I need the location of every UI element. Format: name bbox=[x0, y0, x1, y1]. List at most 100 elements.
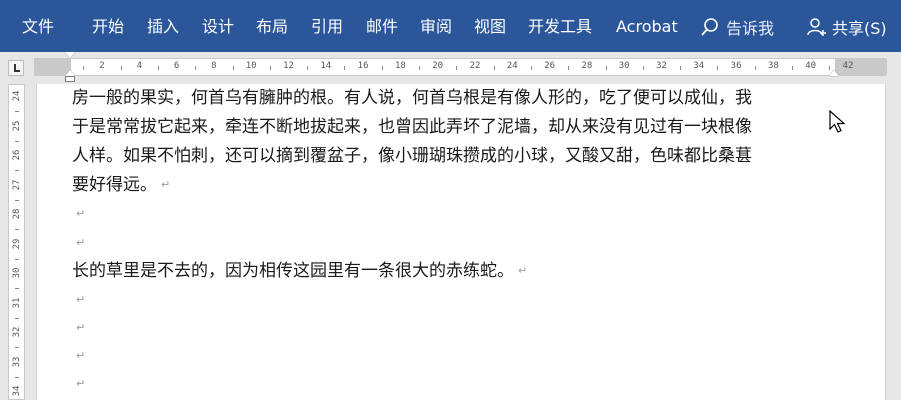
tell-me-label: 告诉我 bbox=[726, 19, 775, 38]
tab-file[interactable]: 文件 bbox=[22, 16, 54, 38]
ruler-number: 32 bbox=[656, 61, 667, 71]
ruler-number: 6 bbox=[173, 61, 180, 71]
doc-line[interactable]: 于是常常拔它起来，牵连不断地拔起来，也曾因此弄坏了泥墙，却从来没有见过有一块根像 bbox=[72, 115, 752, 139]
ruler-tick bbox=[419, 66, 421, 70]
ruler-tick bbox=[157, 66, 159, 70]
ruler-tick bbox=[717, 66, 719, 70]
ruler-tick bbox=[232, 66, 234, 70]
ruler-number: 22 bbox=[469, 61, 481, 71]
paragraph-mark: ↵ bbox=[76, 377, 86, 390]
doc-line[interactable]: ↵ bbox=[72, 372, 85, 396]
vertical-ruler-tick bbox=[15, 288, 19, 289]
tab-acrobat[interactable]: Acrobat bbox=[616, 16, 678, 38]
doc-line[interactable]: ↵ bbox=[72, 344, 85, 368]
ruler-tick bbox=[493, 66, 495, 70]
ruler-row: 2 4 6 8 10 12 14 16 18 20 22 24 26 28 30 32 34 36 38 40 42 bbox=[0, 52, 901, 84]
paragraph-mark: ↵ bbox=[76, 293, 86, 306]
tab-insert[interactable]: 插入 bbox=[147, 16, 179, 38]
doc-line[interactable]: 长的草里是不去的，因为相传这园里有一条很大的赤练蛇。 ↵ bbox=[72, 259, 527, 283]
paragraph-mark: ↵ bbox=[518, 264, 528, 277]
share-button[interactable]: 共享(S) bbox=[806, 14, 887, 40]
tab-home[interactable]: 开始 bbox=[92, 16, 124, 38]
vertical-ruler-number: 30 bbox=[12, 267, 22, 279]
doc-line[interactable]: ↵ bbox=[72, 202, 85, 226]
vertical-ruler-number: 31 bbox=[12, 297, 22, 308]
tab-review[interactable]: 审阅 bbox=[420, 16, 452, 38]
vertical-scrollbar[interactable] bbox=[886, 84, 901, 400]
ruler-tick bbox=[568, 66, 570, 70]
ruler-number: 24 bbox=[506, 61, 518, 71]
tab-layout[interactable]: 布局 bbox=[256, 16, 288, 38]
ruler-number: 38 bbox=[767, 61, 779, 71]
vertical-ruler-tick bbox=[15, 229, 19, 230]
doc-line[interactable]: 人样。如果不怕刺，还可以摘到覆盆子，像小珊瑚珠攒成的小球，又酸又甜，色味都比桑葚 bbox=[72, 144, 752, 168]
vertical-ruler-number: 32 bbox=[12, 326, 22, 338]
vertical-ruler-tick bbox=[15, 199, 19, 201]
paragraph-mark: ↵ bbox=[76, 207, 86, 220]
document-page[interactable]: 房一般的果实，何首乌有臃肿的根。有人说，何首乌根是有像人形的，吃了便可以成仙，我… bbox=[36, 84, 886, 400]
ruler-tick bbox=[530, 66, 532, 70]
doc-line[interactable]: ↵ bbox=[72, 316, 85, 340]
ruler-tick bbox=[344, 66, 346, 70]
doc-line[interactable]: 要好得远。 ↵ bbox=[72, 173, 170, 197]
ruler-number: 10 bbox=[245, 61, 257, 71]
ruler-number: 16 bbox=[357, 61, 369, 71]
vertical-ruler-tick bbox=[15, 347, 19, 348]
doc-line[interactable]: ↵ bbox=[72, 231, 85, 255]
ruler-tick bbox=[307, 66, 309, 70]
mouse-pointer-icon bbox=[829, 110, 846, 133]
person-add-icon bbox=[807, 18, 826, 36]
ruler-number: 8 bbox=[211, 61, 217, 71]
vertical-ruler-number: 24 bbox=[12, 90, 22, 102]
tab-references[interactable]: 引用 bbox=[311, 16, 343, 38]
ruler-tick bbox=[605, 66, 607, 70]
doc-line[interactable]: ↵ bbox=[72, 288, 85, 312]
ruler-tick bbox=[792, 66, 794, 70]
tab-view[interactable]: 视图 bbox=[474, 16, 506, 38]
vertical-ruler-tick bbox=[15, 140, 19, 142]
ruler-tick bbox=[456, 66, 458, 70]
ruler-number: 18 bbox=[394, 61, 406, 71]
vertical-ruler-number: 27 bbox=[12, 179, 22, 190]
right-indent-marker[interactable] bbox=[829, 70, 839, 76]
ruler-number: 14 bbox=[320, 61, 332, 71]
vertical-ruler-tick bbox=[15, 376, 19, 378]
ruler-number: 40 bbox=[805, 61, 817, 71]
paragraph-mark: ↵ bbox=[161, 178, 171, 191]
ruler-number: 20 bbox=[432, 61, 444, 71]
paragraph-mark: ↵ bbox=[76, 321, 86, 334]
ruler-number: 26 bbox=[544, 61, 556, 71]
ribbon-tab-bar: 文件 开始 插入 设计 布局 引用 邮件 审阅 视图 开发工具 Acrobat … bbox=[0, 0, 901, 52]
share-label: 共享(S) bbox=[832, 19, 887, 38]
ruler-tick bbox=[754, 66, 756, 70]
ruler-number: 12 bbox=[283, 61, 294, 71]
ruler-tick bbox=[269, 66, 271, 70]
horizontal-ruler[interactable]: 2 4 6 8 10 12 14 16 18 20 22 24 26 28 30 32 34 36 38 40 42 bbox=[34, 58, 887, 76]
ruler-number: 30 bbox=[618, 61, 630, 71]
tab-mailings[interactable]: 邮件 bbox=[366, 16, 398, 38]
tell-me-search[interactable]: 告诉我 bbox=[700, 14, 774, 40]
vertical-ruler-number: 25 bbox=[12, 120, 22, 131]
vertical-ruler-tick bbox=[15, 317, 19, 319]
ruler-number: 4 bbox=[136, 61, 143, 71]
paragraph-mark: ↵ bbox=[76, 349, 86, 362]
ruler-number: 36 bbox=[730, 61, 742, 71]
vertical-ruler[interactable]: 24 25 26 27 28 29 30 31 32 33 34 bbox=[8, 84, 25, 400]
doc-line[interactable]: 房一般的果实，何首乌有臃肿的根。有人说，何首乌根是有像人形的，吃了便可以成仙，我 bbox=[72, 86, 752, 110]
vertical-ruler-tick bbox=[15, 170, 19, 171]
tab-developer[interactable]: 开发工具 bbox=[528, 16, 592, 38]
vertical-ruler-tick bbox=[15, 111, 19, 112]
vertical-ruler-number: 33 bbox=[12, 356, 22, 367]
tab-stop-selector[interactable] bbox=[8, 60, 24, 76]
tab-design[interactable]: 设计 bbox=[202, 16, 234, 38]
left-indent-marker[interactable] bbox=[65, 76, 75, 82]
first-line-indent-marker[interactable] bbox=[65, 52, 75, 58]
ruler-tick bbox=[120, 66, 122, 70]
ruler-tick bbox=[195, 66, 197, 70]
paragraph-mark: ↵ bbox=[76, 236, 86, 249]
vertical-ruler-number: 29 bbox=[12, 238, 22, 249]
ruler-number: 2 bbox=[99, 61, 105, 71]
lightbulb-search-icon bbox=[701, 18, 718, 36]
ruler-number: 42 bbox=[842, 61, 854, 71]
ruler-tick bbox=[680, 66, 682, 70]
